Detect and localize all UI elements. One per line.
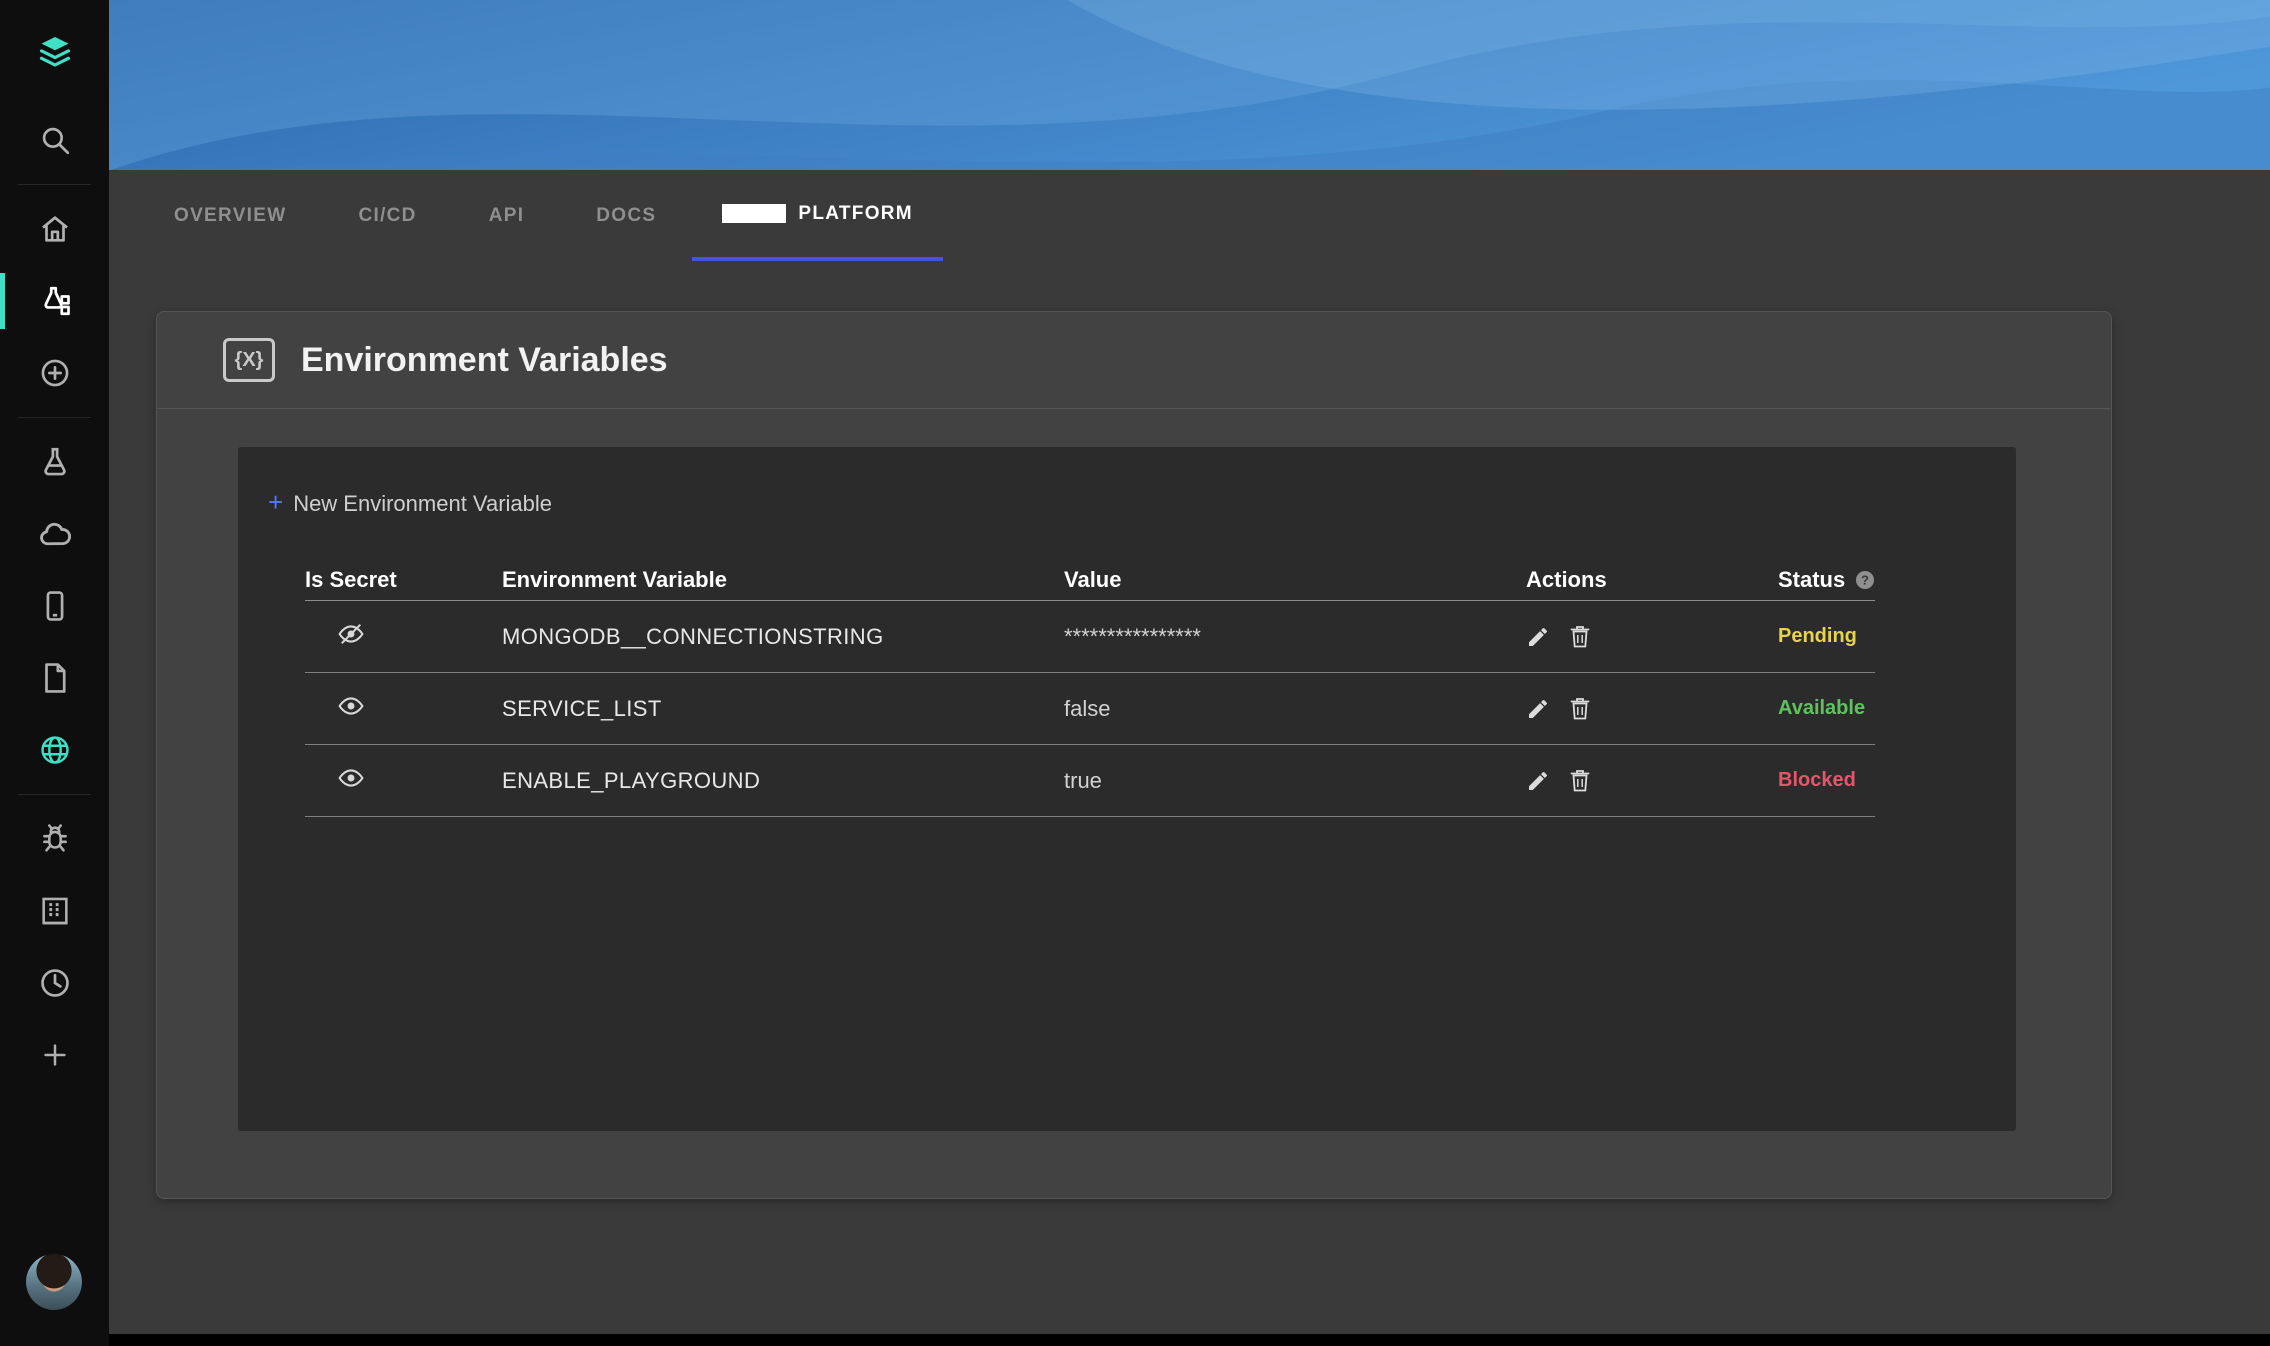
search-icon: [38, 123, 72, 157]
status-badge: Blocked: [1778, 769, 1875, 792]
tab-cicd[interactable]: CI/CD: [322, 170, 452, 261]
env-var-value: true: [1064, 768, 1526, 794]
header-actions: Actions: [1526, 567, 1778, 593]
delete-icon[interactable]: [1568, 624, 1592, 650]
table-header-row: Is Secret Environment Variable Value Act…: [305, 559, 1875, 601]
eye-icon[interactable]: [335, 693, 367, 719]
globe-icon: [38, 733, 72, 767]
sidebar-item-add[interactable]: [0, 337, 109, 409]
header-name: Environment Variable: [502, 567, 1064, 593]
plus-icon: +: [268, 487, 283, 517]
header-is-secret: Is Secret: [305, 567, 502, 593]
eye-icon[interactable]: [335, 765, 367, 791]
sidebar-divider: [18, 417, 91, 418]
stacks-icon: [37, 283, 73, 319]
tab-docs[interactable]: DOCS: [560, 170, 692, 261]
edit-icon[interactable]: [1526, 625, 1550, 649]
sidebar-item-organization[interactable]: [0, 875, 109, 947]
environment-variables-card: {X} Environment Variables + New Environme…: [156, 311, 2112, 1199]
tab-platform-label: PLATFORM: [798, 203, 913, 225]
env-var-table: Is Secret Environment Variable Value Act…: [305, 559, 1875, 817]
env-var-panel: + New Environment Variable Is Secret Envi…: [238, 447, 2016, 1131]
env-var-value: ****************: [1064, 624, 1526, 650]
env-var-name: MONGODB__CONNECTIONSTRING: [502, 624, 1064, 650]
sidebar-item-home[interactable]: [0, 193, 109, 265]
banner-image: [109, 0, 2270, 170]
card-header: {X} Environment Variables: [157, 312, 2111, 409]
app-window: OVERVIEW CI/CD API DOCS PLATFORM {X} Env…: [0, 0, 2270, 1346]
header-value: Value: [1064, 567, 1526, 593]
new-variable-label: New Environment Variable: [293, 491, 552, 516]
main-content: OVERVIEW CI/CD API DOCS PLATFORM {X} Env…: [109, 170, 2270, 1334]
status-badge: Pending: [1778, 625, 1875, 648]
card-title: Environment Variables: [301, 341, 668, 380]
status-badge: Available: [1778, 697, 1875, 720]
document-icon: [38, 661, 72, 695]
clock-icon: [38, 966, 72, 1000]
tab-overview[interactable]: OVERVIEW: [174, 170, 322, 261]
delete-icon[interactable]: [1568, 696, 1592, 722]
tab-api[interactable]: API: [453, 170, 561, 261]
delete-icon[interactable]: [1568, 768, 1592, 794]
help-icon[interactable]: ?: [1855, 570, 1875, 590]
sidebar-item-cloud[interactable]: [0, 498, 109, 570]
sidebar-item-globe[interactable]: [0, 714, 109, 786]
user-avatar[interactable]: [26, 1254, 82, 1310]
env-var-value: false: [1064, 696, 1526, 722]
env-var-icon: {X}: [223, 338, 275, 382]
env-var-name: ENABLE_PLAYGROUND: [502, 768, 1064, 794]
eye-off-icon[interactable]: [335, 621, 367, 647]
sidebar: [0, 0, 109, 1346]
sidebar-item-bug[interactable]: [0, 803, 109, 875]
sidebar-divider: [18, 794, 91, 795]
sidebar-item-search[interactable]: [0, 104, 109, 176]
edit-icon[interactable]: [1526, 697, 1550, 721]
sidebar-item-experiments[interactable]: [0, 426, 109, 498]
add-circle-icon: [38, 356, 72, 390]
env-var-name: SERVICE_LIST: [502, 696, 1064, 722]
bug-icon: [38, 822, 72, 856]
tab-bar: OVERVIEW CI/CD API DOCS PLATFORM: [109, 170, 2270, 261]
plus-icon: [40, 1040, 70, 1070]
header-status: Status: [1778, 567, 1845, 593]
svg-text:?: ?: [1861, 572, 1869, 587]
home-icon: [38, 212, 72, 246]
table-row: ENABLE_PLAYGROUND true: [305, 745, 1875, 817]
sidebar-item-history[interactable]: [0, 947, 109, 1019]
table-row: MONGODB__CONNECTIONSTRING **************…: [305, 601, 1875, 673]
beaker-icon: [38, 445, 72, 479]
redacted-project-name: [722, 204, 786, 223]
sidebar-item-document[interactable]: [0, 642, 109, 714]
layers-logo-icon: [36, 33, 74, 71]
sidebar-item-mobile[interactable]: [0, 570, 109, 642]
tab-platform[interactable]: PLATFORM: [692, 170, 943, 261]
edit-icon[interactable]: [1526, 769, 1550, 793]
sidebar-divider: [18, 184, 91, 185]
new-environment-variable-link[interactable]: + New Environment Variable: [268, 487, 552, 518]
cloud-icon: [37, 516, 73, 552]
table-row: SERVICE_LIST false: [305, 673, 1875, 745]
sidebar-item-new[interactable]: [0, 1019, 109, 1091]
app-logo[interactable]: [0, 0, 109, 104]
mobile-icon: [38, 589, 72, 623]
building-icon: [38, 894, 72, 928]
sidebar-item-stacks[interactable]: [0, 265, 109, 337]
